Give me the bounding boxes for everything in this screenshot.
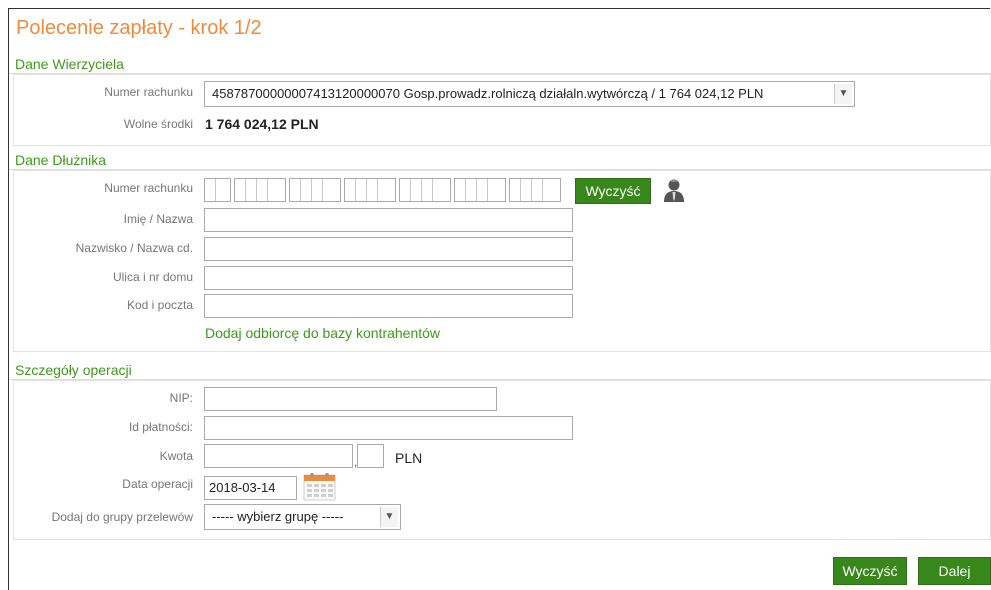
debtor-surname-label: Nazwisko / Nazwa cd. <box>75 241 193 255</box>
details-section-title: Szczegóły operacji <box>15 362 132 378</box>
account-input-group[interactable] <box>509 178 561 202</box>
debtor-postal-input[interactable] <box>204 294 573 318</box>
creditor-account-value: 45878700000007413120000070 Gosp.prowadz.… <box>212 86 764 101</box>
payment-id-input[interactable] <box>204 416 573 440</box>
next-button[interactable]: Dalej <box>918 557 991 585</box>
debtor-name-label: Imię / Nazwa <box>123 212 193 226</box>
currency-label: PLN <box>395 450 423 466</box>
amount-decimal-input[interactable] <box>357 444 384 468</box>
free-funds-label: Wolne środki <box>123 117 193 131</box>
creditor-section-title: Dane Wierzyciela <box>15 56 124 72</box>
amount-label: Kwota <box>159 449 193 463</box>
debtor-street-input[interactable] <box>204 266 573 290</box>
debtor-street-label: Ulica i nr domu <box>112 270 193 284</box>
free-funds-value: 1 764 024,12 PLN <box>205 116 319 132</box>
chevron-down-icon[interactable]: ▼ <box>380 507 398 527</box>
account-input-group[interactable] <box>344 178 396 202</box>
calendar-icon[interactable] <box>303 471 336 501</box>
debtor-name-input[interactable] <box>204 208 573 232</box>
debtor-clear-button[interactable]: Wyczyść <box>575 178 651 204</box>
group-select[interactable]: ----- wybierz grupę ----- ▼ <box>204 504 401 530</box>
clear-button[interactable]: Wyczyść <box>833 557 907 585</box>
nip-input[interactable] <box>204 387 497 411</box>
amount-integer-input[interactable] <box>204 444 353 468</box>
chevron-down-icon[interactable]: ▼ <box>834 84 852 104</box>
payment-id-label: Id płatności: <box>128 420 193 434</box>
contacts-icon[interactable] <box>662 177 686 203</box>
add-contractor-link[interactable]: Dodaj odbiorcę do bazy kontrahentów <box>205 325 440 341</box>
creditor-account-label: Numer rachunku <box>104 85 193 99</box>
account-input-group[interactable] <box>399 178 451 202</box>
debtor-postal-label: Kod i poczta <box>126 298 193 312</box>
page-title: Polecenie zapłaty - krok 1/2 <box>16 17 262 39</box>
group-label: Dodaj do grupy przelewów <box>51 510 193 524</box>
account-input-group[interactable] <box>289 178 341 202</box>
group-select-value: ----- wybierz grupę ----- <box>212 509 344 524</box>
debtor-section-title: Dane Dłużnika <box>15 152 107 168</box>
creditor-account-select[interactable]: 45878700000007413120000070 Gosp.prowadz.… <box>204 81 855 107</box>
debtor-account-label: Numer rachunku <box>104 181 193 195</box>
account-input-group[interactable] <box>204 178 231 202</box>
nip-label: NIP: <box>169 391 193 405</box>
debtor-surname-input[interactable] <box>204 237 573 261</box>
date-input[interactable]: 2018-03-14 <box>204 476 297 500</box>
account-input-group[interactable] <box>454 178 506 202</box>
account-input-group[interactable] <box>234 178 286 202</box>
date-label: Data operacji <box>122 477 193 491</box>
